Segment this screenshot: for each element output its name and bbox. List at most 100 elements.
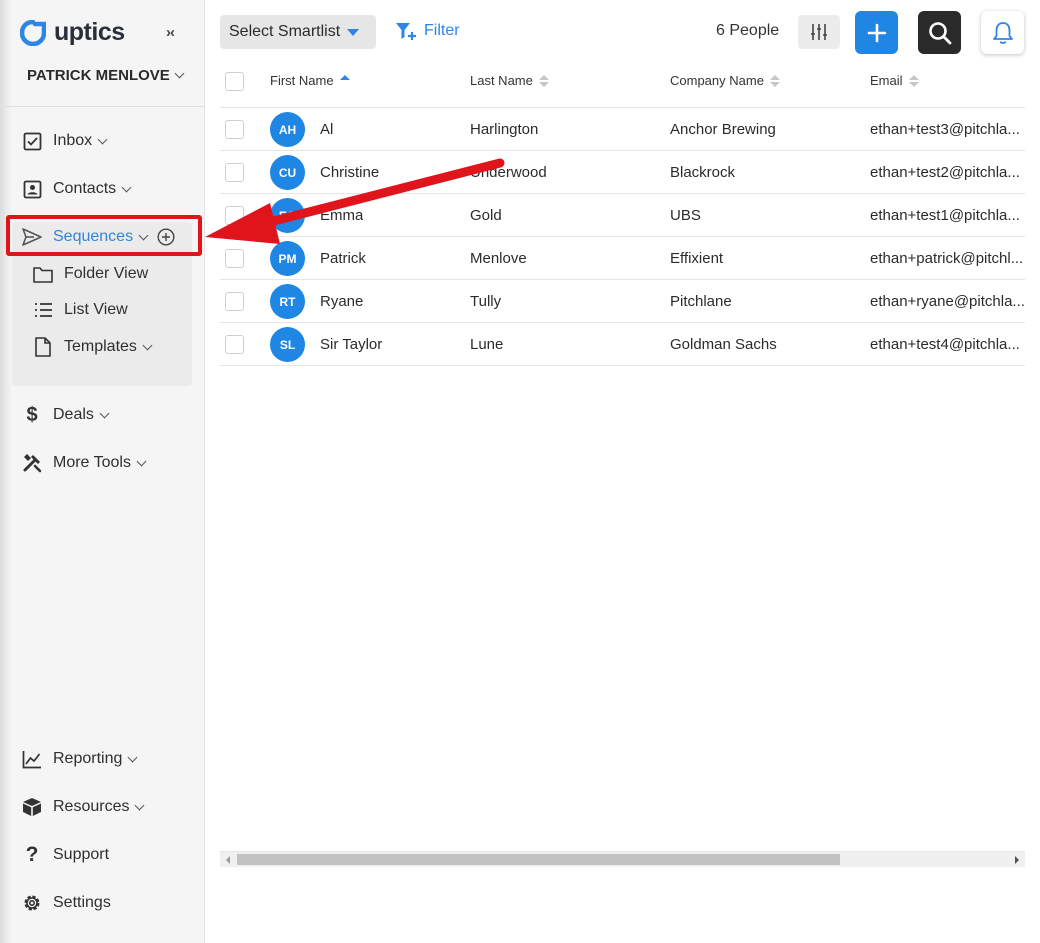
sidebar-item-inbox[interactable]: Inbox xyxy=(22,131,108,151)
dollar-icon: $ xyxy=(26,403,38,426)
collapse-arrows-icon[interactable]: ›‹ xyxy=(166,24,175,41)
list-icon xyxy=(33,300,53,320)
row-checkbox[interactable] xyxy=(225,249,244,268)
people-table: First Name Last Name Company Name Email … xyxy=(220,62,1025,366)
sidebar-item-more-tools[interactable]: More Tools xyxy=(22,453,147,473)
table-row[interactable]: CU Christine Underwood Blackrock ethan+t… xyxy=(220,151,1025,194)
sidebar: uptics ›‹ PATRICK MENLOVE Inbox Contacts xyxy=(0,0,205,943)
row-checkbox[interactable] xyxy=(225,335,244,354)
horizontal-scrollbar[interactable] xyxy=(220,851,1025,867)
table-header: First Name Last Name Company Name Email xyxy=(220,62,1025,108)
sidebar-subitem-folder-view[interactable]: Folder View xyxy=(33,264,148,284)
search-icon xyxy=(928,21,951,44)
document-icon xyxy=(33,337,53,357)
box-icon xyxy=(22,797,42,817)
sidebar-subitem-label: Folder View xyxy=(64,265,149,282)
cell-first-name[interactable]: Emma xyxy=(320,207,363,224)
sidebar-item-deals[interactable]: $ Deals xyxy=(22,403,110,426)
cell-first-name[interactable]: Sir Taylor xyxy=(320,336,382,353)
chevron-down-icon xyxy=(127,752,138,762)
contacts-icon xyxy=(22,179,42,199)
chevron-down-icon xyxy=(142,340,153,350)
sort-icon xyxy=(769,74,780,87)
divider xyxy=(0,106,205,107)
cell-first-name[interactable]: Al xyxy=(320,121,333,138)
plus-icon xyxy=(867,23,886,42)
sidebar-item-label: Reporting xyxy=(53,750,123,767)
sidebar-item-contacts[interactable]: Contacts xyxy=(22,179,132,199)
row-checkbox[interactable] xyxy=(225,206,244,225)
table-row[interactable]: AH Al Harlington Anchor Brewing ethan+te… xyxy=(220,108,1025,151)
avatar: AH xyxy=(270,112,305,147)
chevron-down-icon xyxy=(97,134,108,144)
sort-icon xyxy=(908,74,919,87)
chevron-down-icon xyxy=(121,182,132,192)
chevron-down-icon xyxy=(136,456,147,466)
cell-company: Anchor Brewing xyxy=(670,121,776,138)
cell-last-name: Underwood xyxy=(470,164,547,181)
column-header-last-name[interactable]: Last Name xyxy=(470,73,549,88)
sidebar-subitem-label: Templates xyxy=(64,338,137,355)
filter-label: Filter xyxy=(424,22,460,39)
row-checkbox[interactable] xyxy=(225,120,244,139)
sidebar-item-resources[interactable]: Resources xyxy=(22,797,145,817)
sidebar-subitem-label: List View xyxy=(64,301,128,318)
table-row[interactable]: RT Ryane Tully Pitchlane ethan+ryane@pit… xyxy=(220,280,1025,323)
cell-company: UBS xyxy=(670,207,701,224)
search-button[interactable] xyxy=(918,11,961,54)
sidebar-item-settings[interactable]: Settings xyxy=(22,893,111,913)
cell-first-name[interactable]: Patrick xyxy=(320,250,366,267)
sidebar-item-reporting[interactable]: Reporting xyxy=(22,749,138,769)
scrollbar-thumb[interactable] xyxy=(237,854,840,865)
brand-name: uptics xyxy=(54,18,125,46)
annotation-highlight-box xyxy=(6,215,202,256)
sidebar-item-support[interactable]: ? Support xyxy=(22,843,109,866)
column-label: Company Name xyxy=(670,73,764,88)
sidebar-item-label: Deals xyxy=(53,406,94,423)
sidebar-item-label: More Tools xyxy=(53,454,131,471)
scroll-left-icon[interactable] xyxy=(226,856,230,864)
column-label: Email xyxy=(870,73,903,88)
chevron-down-icon xyxy=(174,68,185,79)
scroll-right-icon[interactable] xyxy=(1015,856,1019,864)
logo: uptics xyxy=(20,18,125,47)
sidebar-subitem-templates[interactable]: Templates xyxy=(33,337,153,357)
gear-icon xyxy=(22,893,42,913)
column-settings-button[interactable] xyxy=(798,15,840,49)
cell-first-name[interactable]: Ryane xyxy=(320,293,363,310)
add-button[interactable] xyxy=(855,11,898,54)
app-window: uptics ›‹ PATRICK MENLOVE Inbox Contacts xyxy=(0,0,1040,943)
column-header-first-name[interactable]: First Name xyxy=(270,73,350,88)
filter-button[interactable]: Filter xyxy=(395,21,460,41)
question-icon: ? xyxy=(25,843,39,866)
tools-icon xyxy=(22,453,42,473)
user-menu[interactable]: PATRICK MENLOVE xyxy=(27,67,185,84)
select-all-checkbox[interactable] xyxy=(225,72,244,91)
sidebar-subitem-list-view[interactable]: List View xyxy=(33,300,128,320)
row-checkbox[interactable] xyxy=(225,292,244,311)
cell-email: ethan+test2@pitchla... xyxy=(870,164,1020,181)
people-count: 6 People xyxy=(716,22,780,39)
filter-icon xyxy=(396,23,416,40)
sort-ascending-icon xyxy=(339,74,350,87)
user-name: PATRICK MENLOVE xyxy=(27,67,170,84)
table-row[interactable]: SL Sir Taylor Lune Goldman Sachs ethan+t… xyxy=(220,323,1025,366)
cell-last-name: Menlove xyxy=(470,250,527,267)
cell-email: ethan+patrick@pitchl... xyxy=(870,250,1024,267)
sidebar-item-label: Contacts xyxy=(53,180,117,197)
row-checkbox[interactable] xyxy=(225,163,244,182)
column-header-email[interactable]: Email xyxy=(870,73,919,88)
caret-down-icon xyxy=(347,28,360,36)
cell-last-name: Tully xyxy=(470,293,502,310)
cell-first-name[interactable]: Christine xyxy=(320,164,379,181)
cell-last-name: Lune xyxy=(470,336,504,353)
sidebar-item-label: Inbox xyxy=(53,132,93,149)
notifications-button[interactable] xyxy=(981,11,1024,54)
smartlist-select[interactable]: Select Smartlist xyxy=(220,15,376,49)
inbox-icon xyxy=(22,131,42,151)
cell-email: ethan+ryane@pitchla... xyxy=(870,293,1025,310)
column-header-company-name[interactable]: Company Name xyxy=(670,73,780,88)
cell-company: Effixient xyxy=(670,250,724,267)
table-row[interactable]: PM Patrick Menlove Effixient ethan+patri… xyxy=(220,237,1025,280)
table-row[interactable]: EG Emma Gold UBS ethan+test1@pitchla... xyxy=(220,194,1025,237)
